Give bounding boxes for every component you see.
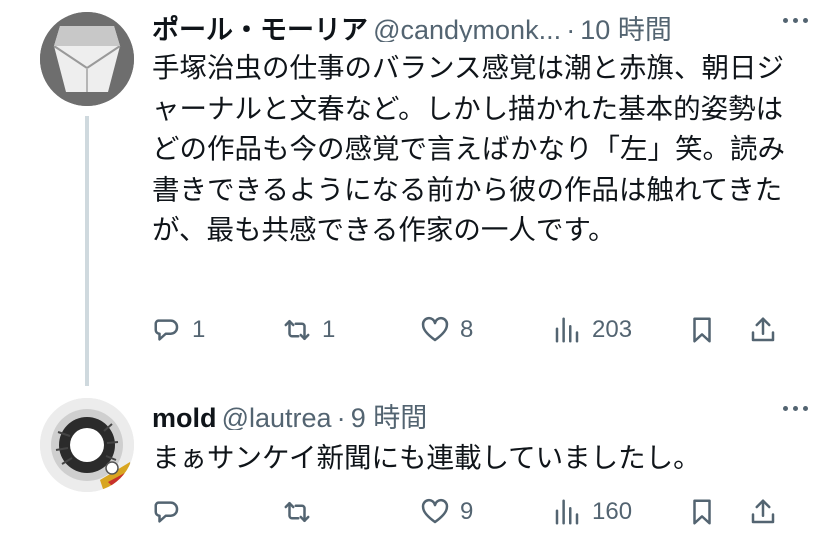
tweet-2[interactable]: mold @lautrea · 9 時間 まぁサンケイ新聞にも連載していましたし… [0,378,828,548]
repost-button[interactable] [282,492,322,532]
share-button[interactable] [748,492,778,532]
tweet-header: mold @lautrea · 9 時間 [152,396,808,430]
views-icon [555,317,579,343]
reply-icon [154,319,179,341]
heart-icon [421,316,449,342]
avatar[interactable] [40,398,134,492]
views-button[interactable]: 203 [552,310,632,350]
bookmark-icon [693,499,711,525]
reply-button[interactable]: 1 [152,310,205,350]
action-bar: 1 1 8 203 [152,310,782,350]
avatar[interactable] [40,12,134,106]
reply-button[interactable] [152,492,192,532]
repost-count: 1 [322,316,336,343]
repost-icon [284,320,310,340]
tweet-text: 手塚治虫の仕事のバランス感覚は潮と赤旗、朝日ジャーナルと文春など。しかし描かれた… [152,52,786,246]
action-bar: 9 160 [152,492,782,532]
like-count: 9 [460,498,474,525]
author-name[interactable]: ポール・モーリア [152,15,368,42]
tweet-header: ポール・モーリア @candymonk... · 10 時間 [152,8,808,42]
repost-icon [284,502,310,522]
bookmark-icon [693,317,711,343]
reply-icon [154,501,179,523]
views-icon [555,499,579,525]
view-count: 203 [592,316,633,343]
bookmark-button[interactable] [687,310,717,350]
share-icon [751,317,775,342]
author-handle[interactable]: @lautrea [222,403,332,430]
thread-line [85,116,89,386]
share-button[interactable] [748,310,778,350]
avatar-image [40,12,134,106]
heart-icon [421,498,449,524]
view-count: 160 [592,498,633,525]
like-button[interactable]: 8 [420,310,473,350]
like-button[interactable]: 9 [420,492,473,532]
more-options-icon[interactable] [783,18,808,23]
author-handle[interactable]: @candymonk... [373,15,561,42]
share-icon [751,499,775,524]
more-options-icon[interactable] [783,406,808,411]
bookmark-button[interactable] [687,492,717,532]
views-button[interactable]: 160 [552,492,632,532]
repost-button[interactable]: 1 [282,310,335,350]
reply-count: 1 [192,316,206,343]
like-count: 8 [460,316,474,343]
avatar-image [40,398,134,492]
timestamp[interactable]: 10 時間 [580,15,672,42]
tweet-text: まぁサンケイ新聞にも連載していましたし。 [152,442,701,474]
timestamp[interactable]: 9 時間 [351,403,428,430]
separator: · [566,15,576,42]
author-name[interactable]: mold [152,403,217,430]
separator: · [336,403,346,430]
tweet-1[interactable]: ポール・モーリア @candymonk... · 10 時間 手塚治虫の仕事のバ… [0,0,828,386]
